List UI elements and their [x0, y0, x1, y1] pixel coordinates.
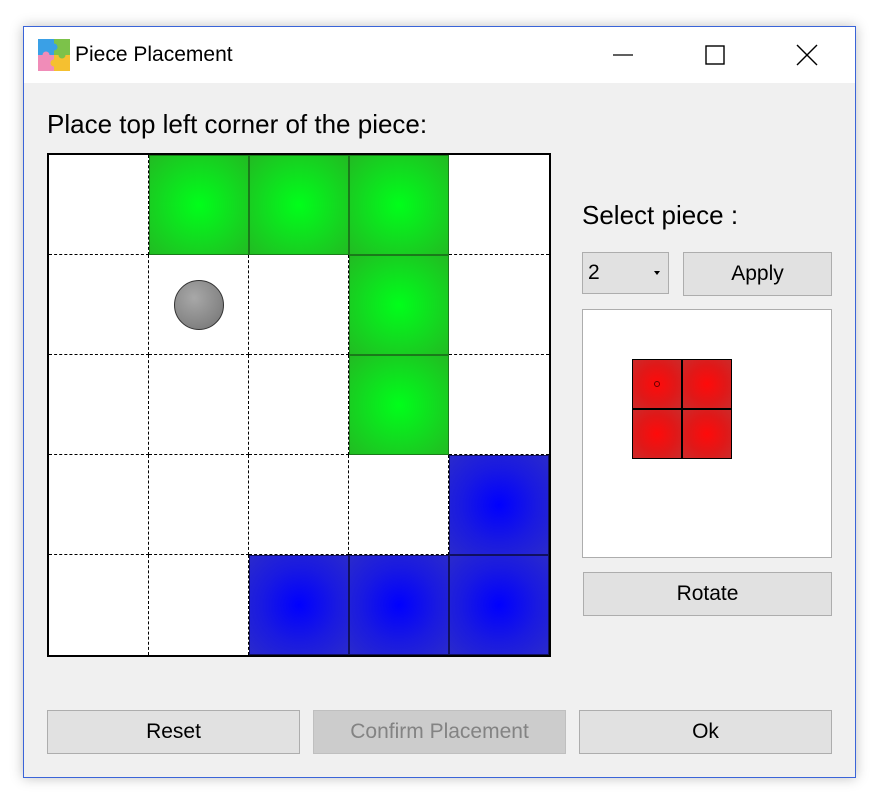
reset-button[interactable]: Reset: [47, 710, 300, 754]
board-cell-blue[interactable]: [249, 555, 349, 655]
board-cell-empty[interactable]: [449, 355, 549, 455]
board-cell-empty[interactable]: [349, 455, 449, 555]
minimize-icon: [613, 54, 633, 56]
board-cell-green[interactable]: [349, 155, 449, 255]
ball-marker: [174, 280, 224, 330]
close-icon: [796, 44, 818, 66]
board-cell-green[interactable]: [149, 155, 249, 255]
placement-instruction: Place top left corner of the piece:: [47, 109, 428, 139]
select-piece-label: Select piece :: [582, 200, 739, 230]
preview-piece-cell: [682, 409, 732, 459]
board-cell-empty[interactable]: [249, 355, 349, 455]
chevron-down-icon: [654, 271, 660, 275]
ok-button[interactable]: Ok: [579, 710, 832, 754]
board-cell-green[interactable]: [349, 355, 449, 455]
puzzle-app-icon: [38, 39, 70, 71]
minimize-button[interactable]: [577, 27, 669, 83]
board-cell-empty[interactable]: [449, 155, 549, 255]
preview-piece-cell: [632, 409, 682, 459]
board-cell-empty[interactable]: [149, 355, 249, 455]
piece-select-dropdown[interactable]: 2: [582, 252, 669, 294]
board-cell-green[interactable]: [249, 155, 349, 255]
board-cell-empty[interactable]: [149, 455, 249, 555]
placement-board[interactable]: [47, 153, 551, 657]
board-cell-empty[interactable]: [49, 355, 149, 455]
maximize-icon: [705, 45, 725, 65]
title-bar[interactable]: Piece Placement: [24, 27, 855, 83]
piece-placement-window: Piece Placement Place top left corner of…: [23, 26, 856, 778]
apply-button[interactable]: Apply: [683, 252, 832, 296]
board-cell-blue[interactable]: [449, 555, 549, 655]
board-cell-empty[interactable]: [149, 555, 249, 655]
board-cell-empty[interactable]: [49, 155, 149, 255]
board-cell-empty[interactable]: [249, 455, 349, 555]
board-cell-empty[interactable]: [49, 255, 149, 355]
board-cell-empty[interactable]: [49, 455, 149, 555]
maximize-button[interactable]: [669, 27, 761, 83]
confirm-placement-button[interactable]: Confirm Placement: [313, 710, 566, 754]
window-title: Piece Placement: [75, 43, 233, 66]
board-cell-blue[interactable]: [449, 455, 549, 555]
rotate-button[interactable]: Rotate: [583, 572, 832, 616]
preview-piece-cell: [682, 359, 732, 409]
anchor-dot-icon: [654, 381, 660, 387]
piece-select-value: 2: [588, 261, 600, 284]
board-cell-green[interactable]: [349, 255, 449, 355]
board-cell-empty[interactable]: [249, 255, 349, 355]
board-cell-empty[interactable]: [449, 255, 549, 355]
piece-preview: [582, 309, 832, 558]
board-cell-empty[interactable]: [49, 555, 149, 655]
close-button[interactable]: [761, 27, 853, 83]
board-cell-blue[interactable]: [349, 555, 449, 655]
